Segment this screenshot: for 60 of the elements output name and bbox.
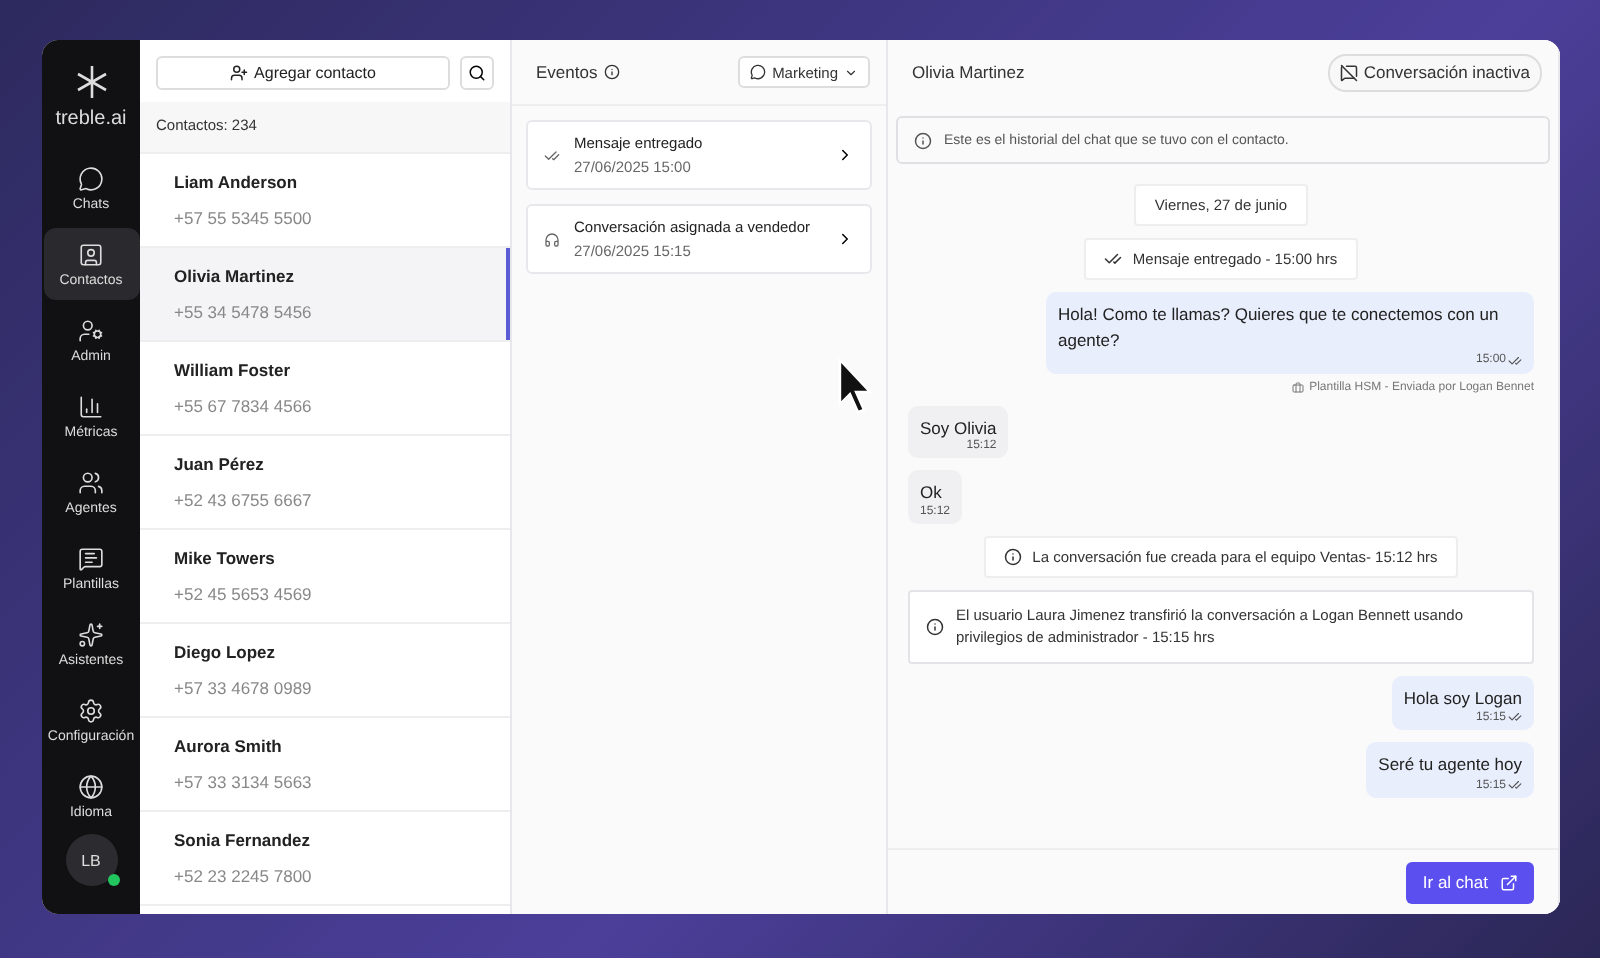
sparkles-icon — [78, 621, 104, 647]
message-off-icon — [1339, 63, 1358, 81]
double-check-icon — [1104, 250, 1123, 268]
contact-name: Mike Towers — [174, 548, 277, 568]
logo-text: treble.ai — [55, 108, 127, 130]
contact-name: Sonia Fernandez — [174, 830, 313, 850]
contact-phone: +52 43 6755 6667 — [174, 490, 314, 510]
message-text: Seré tu agente hoy — [1378, 752, 1522, 778]
events-title: Eventos — [536, 62, 598, 82]
search-icon — [468, 64, 486, 82]
contact-phone: +55 34 5478 5456 — [174, 302, 314, 322]
contact-phone: +57 33 4678 0989 — [174, 678, 314, 698]
info-icon — [603, 64, 620, 80]
info-icon — [1004, 548, 1023, 566]
contact-name: William Foster — [174, 360, 293, 380]
user-plus-icon — [230, 64, 249, 82]
add-contact-button[interactable]: Agregar contacto — [156, 56, 450, 90]
avatar-initials: LB — [81, 851, 101, 869]
contact-phone: +57 33 3134 5663 — [174, 772, 314, 792]
briefcase-icon — [1291, 381, 1304, 393]
contact-phone: +52 45 5653 4569 — [174, 584, 314, 604]
user-gear-icon — [78, 317, 104, 343]
contact-phone: +52 23 2245 7800 — [174, 866, 314, 886]
headphones-icon — [544, 231, 560, 247]
search-button[interactable] — [460, 56, 494, 90]
message-text: Soy Olivia — [920, 415, 997, 439]
snowflake-logo-icon — [73, 64, 109, 100]
chat-icon — [750, 64, 767, 80]
double-check-icon — [1508, 353, 1522, 367]
double-check-icon — [544, 147, 560, 163]
go-to-chat-button[interactable]: Ir al chat — [1406, 861, 1534, 903]
info-icon — [914, 131, 932, 149]
chevron-right-icon — [836, 146, 854, 164]
contact-phone: +57 55 5345 5500 — [174, 208, 314, 228]
double-check-icon — [1508, 710, 1522, 725]
message-text: Hola soy Logan — [1403, 685, 1522, 711]
settings-icon — [78, 697, 104, 723]
info-icon — [926, 617, 944, 636]
inactive-status-label: Conversación inactiva — [1327, 53, 1542, 91]
contact-name: Aurora Smith — [174, 736, 284, 756]
avatar[interactable]: LB — [65, 834, 117, 886]
external-link-icon — [1500, 873, 1518, 891]
message-text: Hola! Como te llamas? Quieres que te conectemos con un agente? — [1058, 302, 1501, 353]
contact-name: Liam Anderson — [174, 172, 300, 192]
users-icon — [78, 469, 104, 495]
chat-contact-name: Olivia Martinez — [912, 62, 1025, 82]
contact-name: Diego Lopez — [174, 642, 278, 662]
contact-phone: +55 67 7834 4566 — [174, 396, 314, 416]
chevron-down-icon — [844, 65, 858, 79]
chat-icon — [78, 165, 104, 191]
contact-item[interactable]: Olivia Martinez +55 34 5478 5456 — [140, 248, 510, 342]
contact-name: Olivia Martinez — [174, 266, 296, 286]
globe-icon — [78, 773, 104, 799]
contact-card-icon — [78, 241, 104, 267]
message-icon — [78, 545, 104, 571]
double-check-icon — [1508, 778, 1522, 792]
chevron-right-icon — [836, 230, 854, 248]
message-text: Ok — [920, 480, 944, 505]
contact-name: Juan Pérez — [174, 454, 266, 474]
bar-chart-icon — [78, 393, 104, 419]
